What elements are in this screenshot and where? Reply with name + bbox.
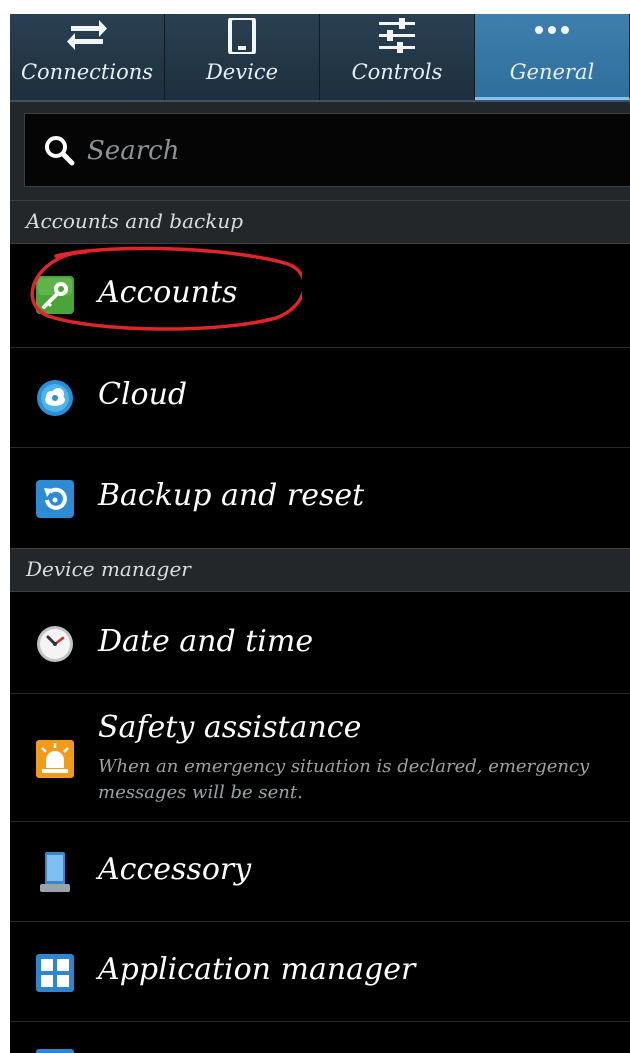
item-label: Date and time xyxy=(98,624,314,659)
tab-label: General xyxy=(509,60,595,84)
app-grid-icon xyxy=(36,954,74,992)
search-box[interactable] xyxy=(24,113,630,187)
cloud-sync-icon xyxy=(36,379,74,417)
item-label: Accessory xyxy=(98,852,252,887)
tab-device[interactable]: Device xyxy=(165,14,320,100)
accessory-icon xyxy=(36,852,74,892)
swap-arrows-icon xyxy=(67,18,107,56)
tab-controls[interactable]: Controls xyxy=(320,14,475,100)
list-item-accessory[interactable]: Accessory xyxy=(10,822,630,922)
section-title: Accounts and backup xyxy=(26,209,244,233)
list-item-backup-reset[interactable]: Backup and reset xyxy=(10,448,630,548)
sliders-icon xyxy=(377,18,417,58)
siren-icon xyxy=(36,740,74,778)
tab-label: Controls xyxy=(351,60,443,84)
tab-connections[interactable]: Connections xyxy=(10,14,165,100)
tab-label: Device xyxy=(205,60,279,84)
list-item-accounts[interactable]: Accounts xyxy=(10,244,630,348)
clock-icon xyxy=(36,625,74,663)
phone-icon xyxy=(227,16,257,58)
tab-bar: Connections Device Controls General xyxy=(10,14,630,102)
section-header-accounts-backup: Accounts and backup xyxy=(10,200,630,244)
list-item-cloud[interactable]: Cloud xyxy=(10,348,630,448)
tab-general[interactable]: General xyxy=(475,14,630,100)
section-title: Device manager xyxy=(26,557,191,581)
search-bar xyxy=(10,102,630,200)
item-subtitle: When an emergency situation is declared,… xyxy=(98,756,590,803)
search-input[interactable] xyxy=(85,130,609,172)
list-item-safety-assistance[interactable]: Safety assistance When an emergency situ… xyxy=(10,694,630,822)
item-label: Application manager xyxy=(98,952,416,987)
more-dots-icon xyxy=(532,18,572,52)
tab-label: Connections xyxy=(20,60,154,84)
key-icon xyxy=(36,276,74,314)
item-label: Safety assistance xyxy=(98,710,362,745)
item-label: Accounts xyxy=(98,275,238,310)
list-item-date-time[interactable]: Date and time xyxy=(10,592,630,694)
list-item-application-manager[interactable]: Application manager xyxy=(10,922,630,1022)
item-label: Cloud xyxy=(98,377,188,412)
partial-item-icon xyxy=(36,1048,74,1053)
item-label: Backup and reset xyxy=(98,478,365,513)
list-item-partial[interactable] xyxy=(10,1022,630,1053)
section-header-device-manager: Device manager xyxy=(10,548,630,592)
search-icon xyxy=(43,134,75,170)
settings-screen: Connections Device Controls General Sear… xyxy=(10,14,630,1053)
backup-reset-icon xyxy=(36,480,74,518)
